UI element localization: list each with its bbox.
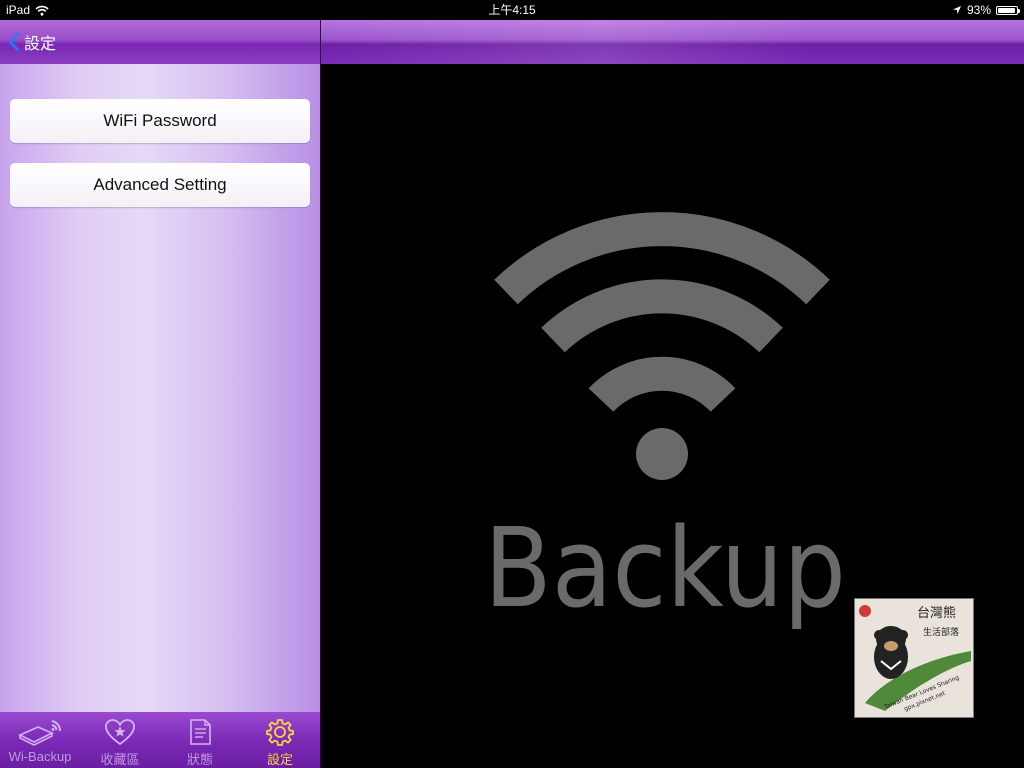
backup-logo-text: Backup bbox=[486, 504, 846, 632]
tab-label: 設定 bbox=[266, 752, 293, 767]
backup-logo: Backup bbox=[486, 212, 846, 632]
watermark: 台灣熊 生活部落 Taiwan Bear Loves Sharing gpx.p… bbox=[854, 598, 974, 718]
detail-navigation-bar bbox=[321, 20, 1024, 64]
battery-fill bbox=[998, 7, 1015, 13]
wifi-logo-icon bbox=[494, 212, 830, 413]
settings-panel: WiFi Password Advanced Setting bbox=[0, 64, 320, 712]
wifi-password-button[interactable]: WiFi Password bbox=[10, 99, 310, 143]
back-button[interactable]: 設定 bbox=[8, 30, 56, 54]
tab-bar: Wi-Backup 收藏區 狀態 設定 bbox=[0, 712, 320, 768]
tab-status[interactable]: 狀態 bbox=[160, 712, 240, 768]
tab-label: 狀態 bbox=[186, 752, 213, 767]
tab-label: Wi-Backup bbox=[8, 749, 72, 764]
tab-wi-backup[interactable]: Wi-Backup bbox=[0, 712, 80, 768]
bear-logo-icon: 台灣熊 生活部落 Taiwan Bear Loves Sharing gpx.p… bbox=[859, 605, 971, 713]
tab-favorites[interactable]: 收藏區 bbox=[80, 712, 160, 768]
battery-icon bbox=[996, 5, 1020, 15]
advanced-setting-button[interactable]: Advanced Setting bbox=[10, 163, 310, 207]
status-bar: iPad 上午4:15 93% bbox=[0, 0, 1024, 20]
tab-settings[interactable]: 設定 bbox=[240, 712, 320, 768]
heart-star-icon bbox=[105, 719, 135, 746]
left-navigation-bar: 設定 bbox=[0, 20, 320, 64]
wifi-logo-dot bbox=[636, 428, 688, 480]
document-icon bbox=[190, 719, 211, 745]
battery-percent: 93% bbox=[966, 3, 991, 17]
wifi-drive-icon bbox=[18, 720, 62, 746]
clock: 上午4:15 bbox=[488, 3, 536, 17]
watermark-title: 台灣熊 bbox=[917, 605, 956, 621]
tab-label: 收藏區 bbox=[100, 752, 140, 767]
location-arrow-icon bbox=[952, 6, 961, 14]
back-button-label: 設定 bbox=[24, 36, 57, 53]
gear-icon bbox=[266, 719, 294, 746]
chevron-left-icon bbox=[8, 32, 20, 52]
watermark-subtitle: 生活部落 bbox=[923, 626, 959, 638]
